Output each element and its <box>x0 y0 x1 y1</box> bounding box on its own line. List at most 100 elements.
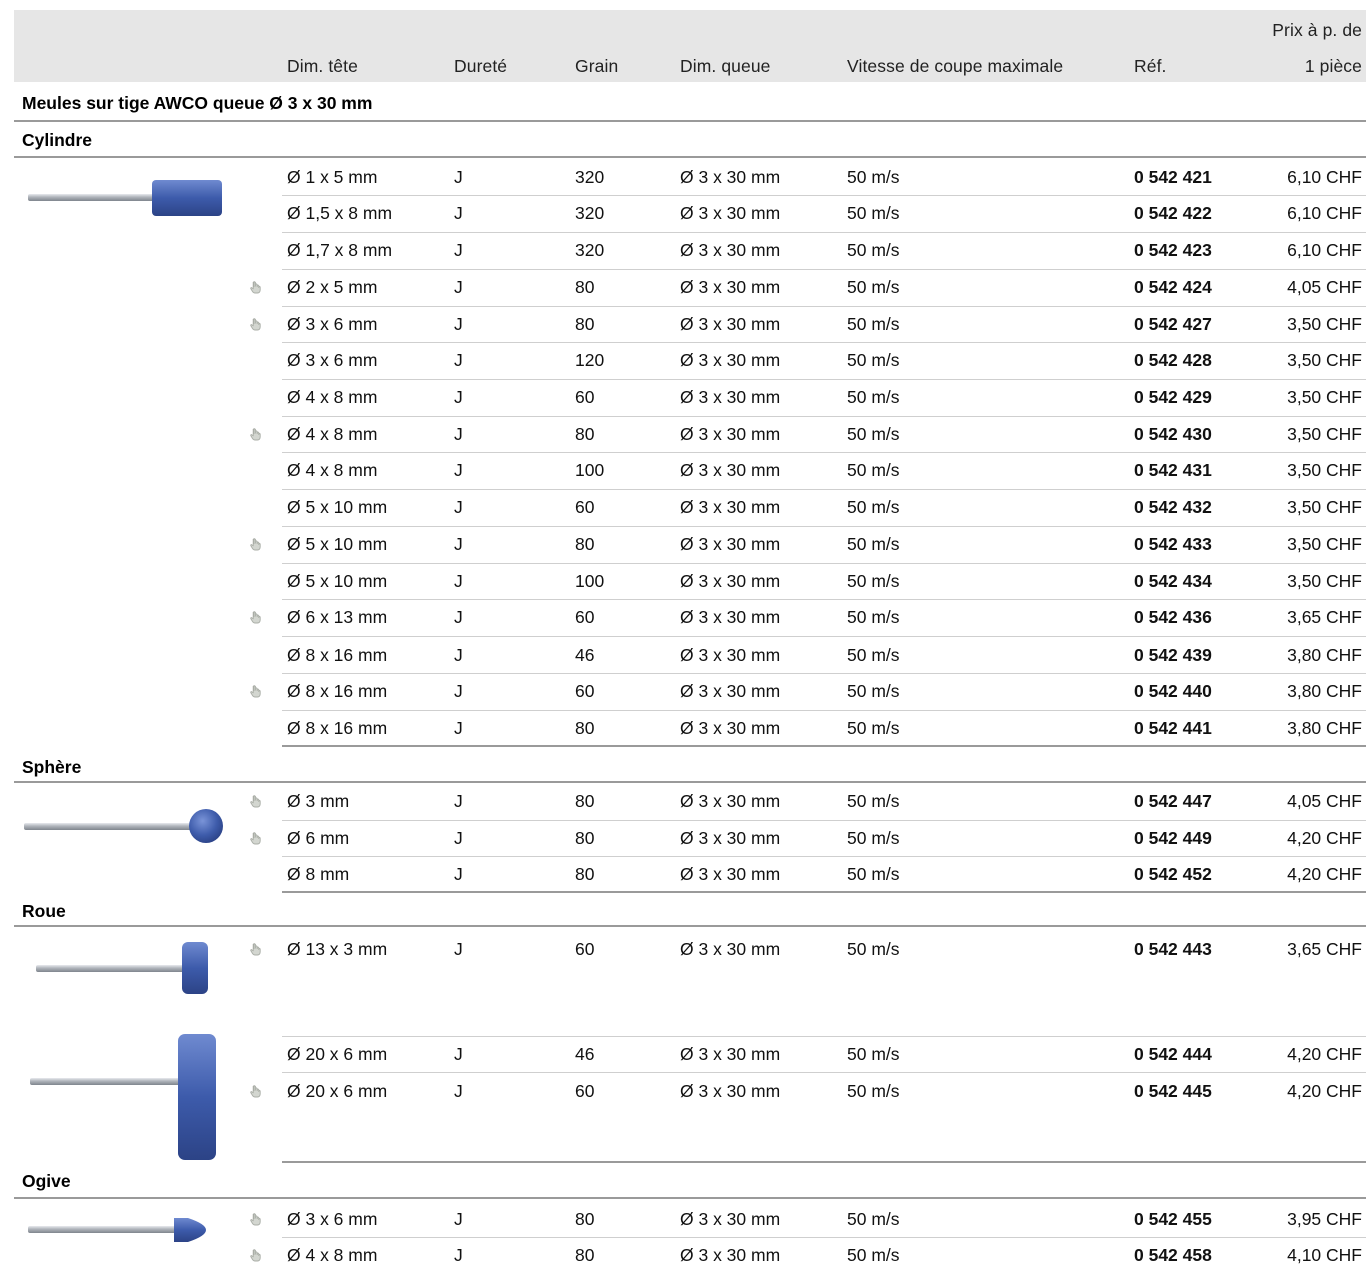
durete-cell: J <box>454 681 463 701</box>
ref-cell: 0 542 458 <box>1134 1245 1212 1265</box>
row-divider <box>282 820 1366 821</box>
vitesse-cell: 50 m/s <box>847 460 900 480</box>
row-divider <box>282 489 1366 490</box>
grain-cell: 80 <box>575 314 595 334</box>
header-durete: Dureté <box>454 56 508 76</box>
durete-cell: J <box>454 534 463 554</box>
durete-cell: J <box>454 791 463 811</box>
hand-pointer-icon <box>250 943 261 956</box>
vitesse-cell: 50 m/s <box>847 791 900 811</box>
dim-tete-cell: Ø 1,5 x 8 mm <box>287 203 393 223</box>
product-price-table: Prix à p. de Dim. tête Dureté Grain Dim.… <box>0 0 1366 1265</box>
grain-cell: 46 <box>575 1044 595 1064</box>
row-divider <box>282 269 1366 270</box>
grain-cell: 80 <box>575 424 595 444</box>
wheel-grinding-point-icon <box>30 1034 216 1160</box>
durete-cell: J <box>454 350 463 370</box>
dim-tete-cell: Ø 8 x 16 mm <box>287 718 388 738</box>
dim-tete-cell: Ø 20 x 6 mm <box>287 1081 388 1101</box>
grain-cell: 100 <box>575 571 605 591</box>
grain-cell: 80 <box>575 791 595 811</box>
grain-cell: 80 <box>575 277 595 297</box>
grain-cell: 60 <box>575 939 595 959</box>
grain-cell: 120 <box>575 350 605 370</box>
divider <box>14 1197 1366 1199</box>
durete-cell: J <box>454 277 463 297</box>
ref-cell: 0 542 436 <box>1134 607 1212 627</box>
hand-pointer-icon <box>250 795 261 808</box>
vitesse-cell: 50 m/s <box>847 1209 900 1229</box>
grain-cell: 80 <box>575 1245 595 1265</box>
ref-cell: 0 542 430 <box>1134 424 1212 444</box>
prix-cell: 6,10 CHF <box>1287 240 1362 260</box>
vitesse-cell: 50 m/s <box>847 864 900 884</box>
grain-cell: 80 <box>575 1209 595 1229</box>
row-divider <box>282 599 1366 600</box>
hand-pointer-icon <box>250 281 261 294</box>
dim-queue-cell: Ø 3 x 30 mm <box>680 607 781 627</box>
ref-cell: 0 542 441 <box>1134 718 1212 738</box>
dim-tete-cell: Ø 6 mm <box>287 828 350 848</box>
vitesse-cell: 50 m/s <box>847 387 900 407</box>
header-dim-tete: Dim. tête <box>287 56 358 76</box>
row-divider <box>282 342 1366 343</box>
dim-queue-cell: Ø 3 x 30 mm <box>680 1209 781 1229</box>
hand-pointer-icon <box>250 832 261 845</box>
dim-queue-cell: Ø 3 x 30 mm <box>680 460 781 480</box>
vitesse-cell: 50 m/s <box>847 607 900 627</box>
wheel-grinding-point-icon <box>36 942 208 994</box>
section-title-ogive: Ogive <box>22 1171 71 1191</box>
durete-cell: J <box>454 240 463 260</box>
prix-cell: 3,50 CHF <box>1287 534 1362 554</box>
durete-cell: J <box>454 1044 463 1064</box>
vitesse-cell: 50 m/s <box>847 240 900 260</box>
vitesse-cell: 50 m/s <box>847 497 900 517</box>
prix-cell: 4,10 CHF <box>1287 1245 1362 1265</box>
dim-queue-cell: Ø 3 x 30 mm <box>680 681 781 701</box>
dim-tete-cell: Ø 20 x 6 mm <box>287 1044 388 1064</box>
row-divider <box>282 710 1366 711</box>
prix-cell: 3,80 CHF <box>1287 681 1362 701</box>
header-prix-line1: Prix à p. de <box>1272 20 1362 40</box>
section-title-cylindre: Cylindre <box>22 130 93 150</box>
dim-tete-cell: Ø 8 mm <box>287 864 350 884</box>
grain-cell: 80 <box>575 718 595 738</box>
hand-pointer-icon <box>250 611 261 624</box>
dim-queue-cell: Ø 3 x 30 mm <box>680 571 781 591</box>
row-divider <box>282 636 1366 637</box>
hand-pointer-icon <box>250 685 261 698</box>
dim-queue-cell: Ø 3 x 30 mm <box>680 387 781 407</box>
prix-cell: 6,10 CHF <box>1287 203 1362 223</box>
row-divider <box>282 195 1366 196</box>
dim-tete-cell: Ø 6 x 13 mm <box>287 607 388 627</box>
hand-pointer-icon <box>250 318 261 331</box>
header-vitesse: Vitesse de coupe maximale <box>847 56 1064 76</box>
ref-cell: 0 542 427 <box>1134 314 1212 334</box>
prix-cell: 3,50 CHF <box>1287 424 1362 444</box>
prix-cell: 3,80 CHF <box>1287 645 1362 665</box>
dim-tete-cell: Ø 5 x 10 mm <box>287 571 388 591</box>
dim-queue-cell: Ø 3 x 30 mm <box>680 350 781 370</box>
product-title: Meules sur tige AWCO queue Ø 3 x 30 mm <box>22 93 373 113</box>
prix-cell: 3,50 CHF <box>1287 350 1362 370</box>
dim-queue-cell: Ø 3 x 30 mm <box>680 534 781 554</box>
dim-tete-cell: Ø 8 x 16 mm <box>287 681 388 701</box>
vitesse-cell: 50 m/s <box>847 203 900 223</box>
vitesse-cell: 50 m/s <box>847 571 900 591</box>
header-ref: Réf. <box>1134 56 1167 76</box>
vitesse-cell: 50 m/s <box>847 534 900 554</box>
hand-pointer-icon <box>250 1085 261 1098</box>
section-title-sphere: Sphère <box>22 757 82 777</box>
durete-cell: J <box>454 460 463 480</box>
durete-cell: J <box>454 1081 463 1101</box>
dim-tete-cell: Ø 1,7 x 8 mm <box>287 240 393 260</box>
vitesse-cell: 50 m/s <box>847 350 900 370</box>
section-title-roue: Roue <box>22 901 66 921</box>
vitesse-cell: 50 m/s <box>847 718 900 738</box>
dim-queue-cell: Ø 3 x 30 mm <box>680 828 781 848</box>
dim-tete-cell: Ø 4 x 8 mm <box>287 460 378 480</box>
divider <box>14 156 1366 158</box>
grain-cell: 60 <box>575 387 595 407</box>
row-divider <box>282 306 1366 307</box>
grain-cell: 46 <box>575 645 595 665</box>
